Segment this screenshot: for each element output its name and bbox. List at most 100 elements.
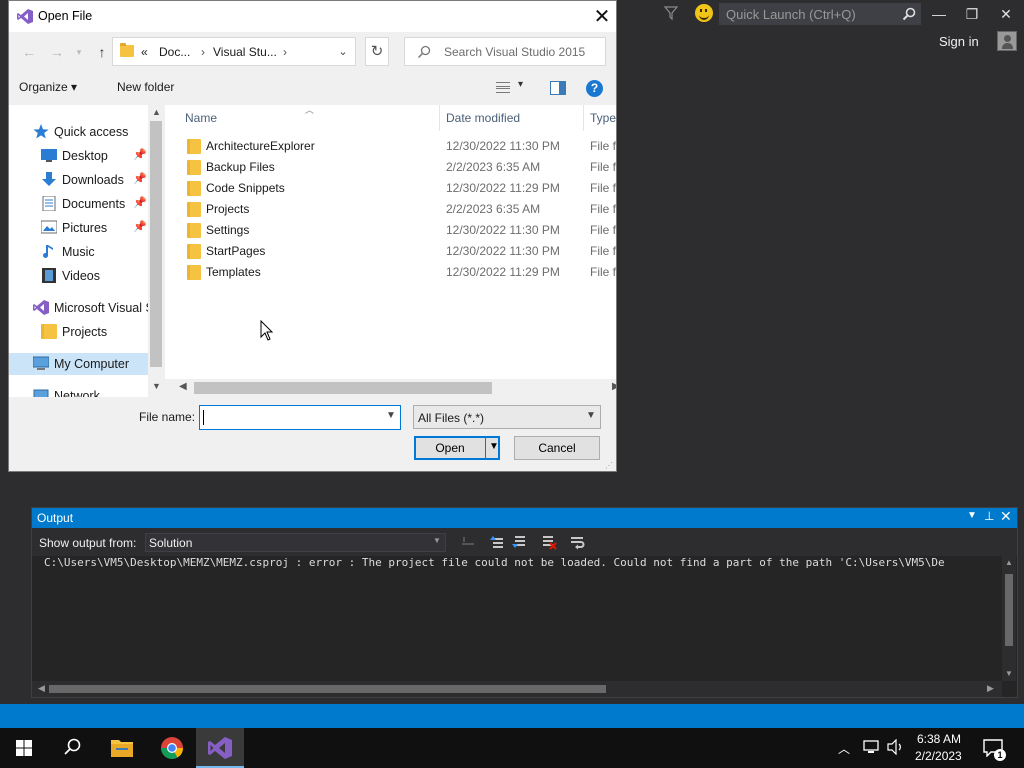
column-header-date-modified[interactable]: Date modified [446,111,520,125]
nav-pane-scrollbar[interactable]: ▲ ▼ [148,105,164,397]
breadcrumb-separator[interactable]: › [283,45,287,59]
nav-item-videos[interactable]: Videos [9,265,149,287]
new-folder-button[interactable]: New folder [117,80,174,94]
file-row[interactable]: Projects 2/2/2023 6:35 AM File fo [165,199,616,220]
nav-item-downloads[interactable]: Downloads 📌 [9,169,149,191]
resize-grip[interactable]: ⋰ [605,461,615,471]
column-divider[interactable] [439,105,440,131]
help-button[interactable]: ? [586,80,603,97]
minimize-button[interactable]: — [925,4,953,24]
filter-icon[interactable] [663,5,679,21]
folder-icon [187,139,201,154]
file-row[interactable]: Code Snippets 12/30/2022 11:29 PM File f… [165,178,616,199]
nav-item-documents[interactable]: Documents 📌 [9,193,149,215]
close-icon[interactable]: ✕ [1000,508,1012,525]
refresh-button[interactable]: ↻ [365,37,389,66]
find-message-in-code-icon[interactable] [460,534,476,550]
nav-item-network[interactable]: Network [9,385,149,397]
restore-button[interactable]: ❐ [958,4,986,24]
nav-item-microsoft-visual-studio[interactable]: Microsoft Visual S [9,297,154,319]
output-text[interactable]: C:\Users\VM5\Desktop\MEMZ\MEMZ.csproj : … [44,556,1000,576]
chevron-down-icon[interactable]: ▼ [386,410,396,421]
breadcrumb-documents[interactable]: Doc... [159,45,190,59]
dialog-close-button[interactable]: ✕ [589,4,615,30]
visual-studio-taskbar-button[interactable] [196,728,244,768]
nav-item-pictures[interactable]: Pictures 📌 [9,217,149,239]
file-row[interactable]: Templates 12/30/2022 11:29 PM File fo [165,262,616,283]
column-divider[interactable] [583,105,584,131]
clear-all-icon[interactable] [541,534,557,550]
clock-time[interactable]: 6:38 AM [917,732,961,746]
window-position-menu-icon[interactable]: ▼ [967,510,977,521]
show-output-from-select[interactable]: Solution ▼ [145,533,446,552]
open-options-dropdown[interactable]: ▼ [489,441,499,452]
preview-pane-button[interactable] [550,81,566,95]
column-header-type[interactable]: Type [590,111,616,125]
open-button[interactable]: Open ▼ [414,436,500,460]
sign-in-link[interactable]: Sign in [939,34,979,49]
scroll-up-arrow[interactable]: ▲ [1005,558,1013,567]
nav-item-quick-access[interactable]: Quick access [9,121,149,143]
account-icon[interactable] [997,31,1017,51]
back-button[interactable]: ← [19,41,39,63]
taskbar-search-button[interactable] [48,728,96,768]
scroll-up-arrow[interactable]: ▲ [152,107,161,117]
nav-item-music[interactable]: Music [9,241,149,263]
nav-item-projects[interactable]: Projects [9,321,149,343]
go-to-next-message-icon[interactable] [511,534,527,550]
toggle-word-wrap-icon[interactable] [570,534,586,550]
cancel-button[interactable]: Cancel [514,436,600,460]
file-row[interactable]: StartPages 12/30/2022 11:30 PM File fo [165,241,616,262]
pin-icon[interactable]: 📌 [133,220,147,233]
address-bar[interactable]: « Doc... › Visual Stu... › ⌄ [112,37,356,66]
close-window-button[interactable]: ✕ [992,4,1020,24]
up-one-level-button[interactable]: ↑ [92,41,112,63]
file-explorer-taskbar-button[interactable] [98,728,146,768]
breadcrumb-visual-studio[interactable]: Visual Stu... [213,45,277,59]
recent-locations-button[interactable]: ▾ [73,41,85,63]
file-row[interactable]: Backup Files 2/2/2023 6:35 AM File fo [165,157,616,178]
chevron-down-icon[interactable]: ⌄ [335,44,351,60]
pin-icon[interactable]: 📌 [133,148,147,161]
file-row[interactable]: ArchitectureExplorer 12/30/2022 11:30 PM… [165,136,616,157]
search-input[interactable]: Search Visual Studio 2015 [404,37,606,66]
nav-item-my-computer[interactable]: My Computer [9,353,149,375]
breadcrumb-separator[interactable]: › [201,45,205,59]
scroll-down-arrow[interactable]: ▼ [1005,669,1013,678]
change-view-button[interactable]: ▾ [494,79,534,97]
pin-icon[interactable]: ⊥ [984,509,994,523]
scroll-left-arrow[interactable]: ◀ [179,381,187,392]
output-vertical-scrollbar[interactable]: ▲ ▼ [1002,556,1016,681]
scroll-right-arrow[interactable]: ▶ [612,381,616,392]
file-name-input[interactable]: ▼ [199,405,401,430]
scrollbar-thumb[interactable] [194,382,492,394]
scroll-down-arrow[interactable]: ▼ [152,381,161,391]
network-icon[interactable] [862,739,880,755]
clock-date[interactable]: 2/2/2023 [915,749,962,763]
output-toolbar: Show output from: Solution ▼ [32,528,1017,556]
pin-icon[interactable]: 📌 [133,196,147,209]
scrollbar-thumb[interactable] [150,121,162,367]
file-list-horizontal-scrollbar[interactable]: ◀ ▶ [165,379,616,397]
chrome-taskbar-button[interactable] [148,728,196,768]
quick-launch-input[interactable]: Quick Launch (Ctrl+Q) [719,3,921,25]
column-header-name[interactable]: Name [185,111,217,125]
output-horizontal-scrollbar[interactable]: ◀ ▶ [32,681,1002,697]
volume-icon[interactable] [886,739,904,755]
go-to-previous-message-icon[interactable] [489,534,505,550]
show-hidden-icons-button[interactable]: ︿ [838,740,850,757]
start-button[interactable] [0,728,48,768]
file-type-select[interactable]: All Files (*.*) ▼ [413,405,601,429]
nav-item-label: Documents [62,197,126,211]
breadcrumb-overflow[interactable]: « [141,45,148,59]
scroll-right-arrow[interactable]: ▶ [987,683,994,694]
scrollbar-thumb[interactable] [49,685,606,693]
pin-icon[interactable]: 📌 [133,172,147,185]
nav-item-desktop[interactable]: Desktop 📌 [9,145,149,167]
scroll-left-arrow[interactable]: ◀ [38,683,45,694]
file-row[interactable]: Settings 12/30/2022 11:30 PM File fo [165,220,616,241]
forward-button[interactable]: → [47,41,67,63]
scrollbar-thumb[interactable] [1005,574,1013,646]
feedback-smiley-icon[interactable] [695,4,713,22]
organize-button[interactable]: Organize ▾ [19,80,77,94]
